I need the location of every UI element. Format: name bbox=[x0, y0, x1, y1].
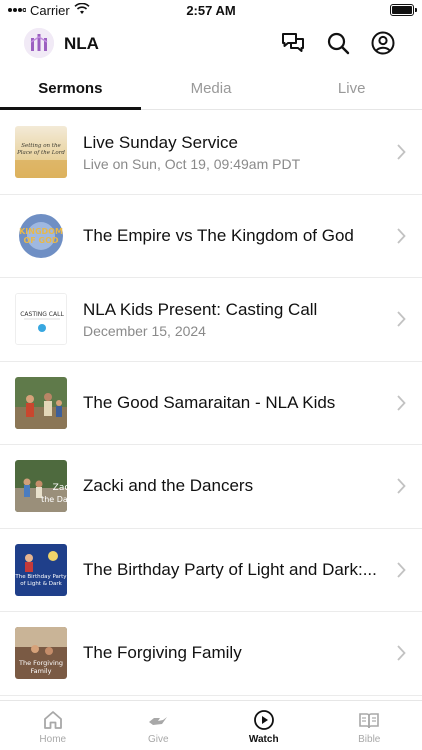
item-subtitle: December 15, 2024 bbox=[83, 322, 206, 339]
item-title: NLA Kids Present: Casting Call bbox=[83, 299, 318, 319]
item-title: The Birthday Party of Light and Dark:... bbox=[83, 559, 377, 579]
svg-text:The Forgiving: The Forgiving bbox=[18, 659, 63, 667]
church-logo-icon bbox=[24, 28, 54, 58]
list-item[interactable]: CASTING CALL NLA Kids Present: Casting C… bbox=[0, 278, 422, 362]
tab-media[interactable]: Media bbox=[141, 72, 282, 109]
thumbnail: Setting on the Place of the Lord bbox=[15, 126, 67, 178]
thumbnail: Zac the Dan bbox=[15, 460, 67, 512]
list-item[interactable]: The Good Samaraitan - NLA Kids bbox=[0, 362, 422, 445]
chevron-right-icon bbox=[396, 645, 406, 661]
thumbnail: The Birthday Party of Light & Dark bbox=[15, 543, 67, 596]
give-icon bbox=[149, 717, 168, 725]
svg-text:CASTING CALL: CASTING CALL bbox=[20, 311, 64, 318]
svg-text:Setting on the: Setting on the bbox=[21, 143, 61, 149]
chevron-right-icon bbox=[396, 227, 406, 244]
search-icon[interactable] bbox=[325, 30, 351, 56]
tab-sermons[interactable]: Sermons bbox=[0, 72, 141, 110]
svg-text:the Dan: the Dan bbox=[41, 495, 67, 504]
content-tabs: Sermons Media Live bbox=[0, 72, 422, 110]
watch-icon bbox=[253, 710, 274, 730]
sermon-list: Setting on the Place of the Lord Live Su… bbox=[0, 111, 422, 696]
tab-live[interactable]: Live bbox=[281, 72, 422, 109]
chevron-right-icon bbox=[396, 561, 406, 578]
nav-label: Give bbox=[147, 734, 169, 745]
thumbnail bbox=[15, 376, 67, 429]
list-item[interactable]: Setting on the Place of the Lord Live Su… bbox=[0, 111, 422, 195]
bible-icon bbox=[359, 713, 380, 729]
nav-label: Watch bbox=[248, 734, 279, 745]
brand-logo[interactable] bbox=[24, 28, 54, 58]
profile-icon[interactable] bbox=[370, 30, 396, 56]
list-item[interactable]: The Forgiving Family The Forgiving Famil… bbox=[0, 612, 422, 696]
status-bar: Carrier 2:57 AM bbox=[0, 0, 422, 22]
nav-label: Bible bbox=[358, 734, 381, 745]
chevron-right-icon bbox=[396, 478, 406, 494]
svg-text:OF GOD: OF GOD bbox=[23, 236, 58, 245]
item-title: Zacki and the Dancers bbox=[83, 476, 254, 496]
svg-text:KINGDOM: KINGDOM bbox=[19, 227, 63, 236]
nav-label: Home bbox=[39, 734, 67, 745]
app-header: NLA bbox=[0, 26, 422, 62]
item-title: The Empire vs The Kingdom of God bbox=[83, 225, 354, 245]
chat-icon[interactable] bbox=[280, 30, 306, 56]
svg-text:The Birthday Party: The Birthday Party bbox=[15, 574, 67, 580]
bottom-nav: Home Give Watch Bible bbox=[0, 700, 422, 750]
list-item[interactable]: The Birthday Party of Light & Dark The B… bbox=[0, 529, 422, 612]
thumbnail: KINGDOM OF GOD bbox=[15, 209, 67, 262]
nav-bible[interactable]: Bible bbox=[317, 701, 422, 750]
chevron-right-icon bbox=[396, 144, 406, 160]
status-time: 2:57 AM bbox=[186, 3, 236, 18]
chevron-right-icon bbox=[396, 311, 406, 327]
list-item[interactable]: KINGDOM OF GOD The Empire vs The Kingdom… bbox=[0, 195, 422, 278]
svg-text:Zac: Zac bbox=[53, 483, 67, 493]
home-icon bbox=[43, 711, 62, 729]
app-name: NLA bbox=[64, 34, 99, 53]
list-item[interactable]: Zac the Dan Zacki and the Dancers bbox=[0, 445, 422, 529]
nav-home[interactable]: Home bbox=[0, 701, 106, 750]
battery-icon bbox=[390, 4, 417, 16]
thumbnail: The Forgiving Family bbox=[15, 627, 67, 679]
item-subtitle: Live on Sun, Oct 19, 09:49am PDT bbox=[83, 155, 301, 172]
item-title: The Forgiving Family bbox=[83, 643, 242, 663]
nav-give[interactable]: Give bbox=[106, 701, 212, 750]
thumbnail: CASTING CALL bbox=[15, 293, 67, 345]
item-title: Live Sunday Service bbox=[83, 132, 238, 152]
chevron-right-icon bbox=[396, 394, 406, 411]
svg-text:Family: Family bbox=[31, 667, 52, 675]
nav-watch[interactable]: Watch bbox=[211, 701, 317, 750]
svg-text:of Light & Dark: of Light & Dark bbox=[20, 581, 62, 587]
svg-text:Place of the Lord: Place of the Lord bbox=[16, 150, 65, 156]
item-title: The Good Samaraitan - NLA Kids bbox=[83, 392, 336, 412]
